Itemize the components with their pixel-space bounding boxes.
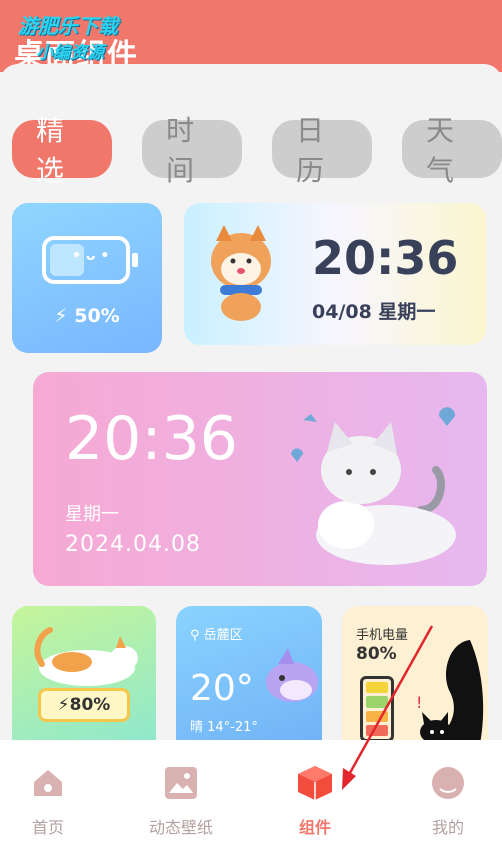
tab-time[interactable]: 时间 bbox=[142, 114, 242, 187]
category-tabs: 精选 时间 日历 天气 bbox=[12, 114, 502, 187]
nav-label-profile: 我的 bbox=[431, 818, 464, 837]
dog-clock-widget-card[interactable]: 20:36 04/08 星期一 bbox=[184, 203, 486, 345]
clock-weekday: 星期一 bbox=[65, 504, 119, 525]
weather-location: ⚲ 岳麓区 bbox=[190, 628, 243, 643]
clock-date-full: 2024.04.08 bbox=[65, 532, 201, 557]
battery-percent-badge: ⚡ 80% bbox=[38, 688, 130, 722]
nav-label-home: 首页 bbox=[31, 818, 64, 837]
clock-time: 20:36 bbox=[312, 231, 459, 285]
nav-wallpaper[interactable]: 动态壁纸 bbox=[121, 740, 241, 845]
tab-calendar[interactable]: 日历 bbox=[272, 114, 372, 187]
phone-battery-widget-card[interactable]: 手机电量 80% ! bbox=[342, 606, 488, 756]
nav-label-widgets: 组件 bbox=[298, 818, 331, 837]
cat-battery-widget-card[interactable]: ⚡ 80% bbox=[12, 606, 156, 756]
weather-widget-card[interactable]: ⚲ 岳麓区 20° 晴 14°-21° bbox=[176, 606, 322, 756]
nav-profile[interactable]: 我的 bbox=[388, 740, 502, 845]
phone-battery-percent: 80% bbox=[356, 644, 397, 664]
watermark-text: 游肥乐下载 bbox=[18, 14, 118, 38]
shiba-dog-icon bbox=[211, 225, 271, 321]
smile-face-icon: • ᴗ • bbox=[72, 248, 110, 264]
svg-text:!: ! bbox=[416, 693, 422, 712]
black-cat-icon: ! bbox=[416, 640, 484, 744]
battery-percent: ⚡ 50% bbox=[54, 305, 120, 327]
cloud-cat-icon bbox=[291, 407, 456, 565]
dolphin-icon bbox=[266, 648, 318, 702]
clock-date: 04/08 星期一 bbox=[312, 301, 436, 323]
nav-label-wallpaper: 动态壁纸 bbox=[148, 818, 213, 837]
battery-widget-card[interactable]: • ᴗ • ⚡ 50% bbox=[12, 203, 162, 353]
nav-home[interactable]: 首页 bbox=[0, 740, 108, 845]
widget-cube-icon bbox=[296, 764, 334, 802]
wallpaper-icon bbox=[162, 764, 200, 802]
bottom-navigation: 首页 动态壁纸 组件 我的 bbox=[0, 740, 502, 845]
phone-battery-label: 手机电量 bbox=[356, 628, 409, 643]
home-icon bbox=[29, 764, 67, 802]
battery-cap bbox=[132, 253, 138, 267]
weather-temperature: 20° bbox=[190, 668, 254, 709]
battery-level-icon bbox=[360, 676, 394, 742]
tab-featured[interactable]: 精选 bbox=[12, 114, 112, 187]
sleeping-cat-icon bbox=[34, 627, 138, 686]
nav-widgets[interactable]: 组件 bbox=[255, 740, 375, 845]
weather-range: 晴 14°-21° bbox=[190, 720, 258, 735]
profile-icon bbox=[429, 764, 467, 802]
tab-weather[interactable]: 天气 bbox=[402, 114, 502, 187]
clock-time-large: 20:36 bbox=[65, 404, 238, 474]
watermark-subtext: 小编资源 bbox=[36, 43, 104, 63]
cat-clock-widget-card[interactable]: 20:36 星期一 2024.04.08 bbox=[33, 372, 487, 586]
top-bar: 桌面组件 游肥乐下载 小编资源 bbox=[0, 0, 502, 73]
